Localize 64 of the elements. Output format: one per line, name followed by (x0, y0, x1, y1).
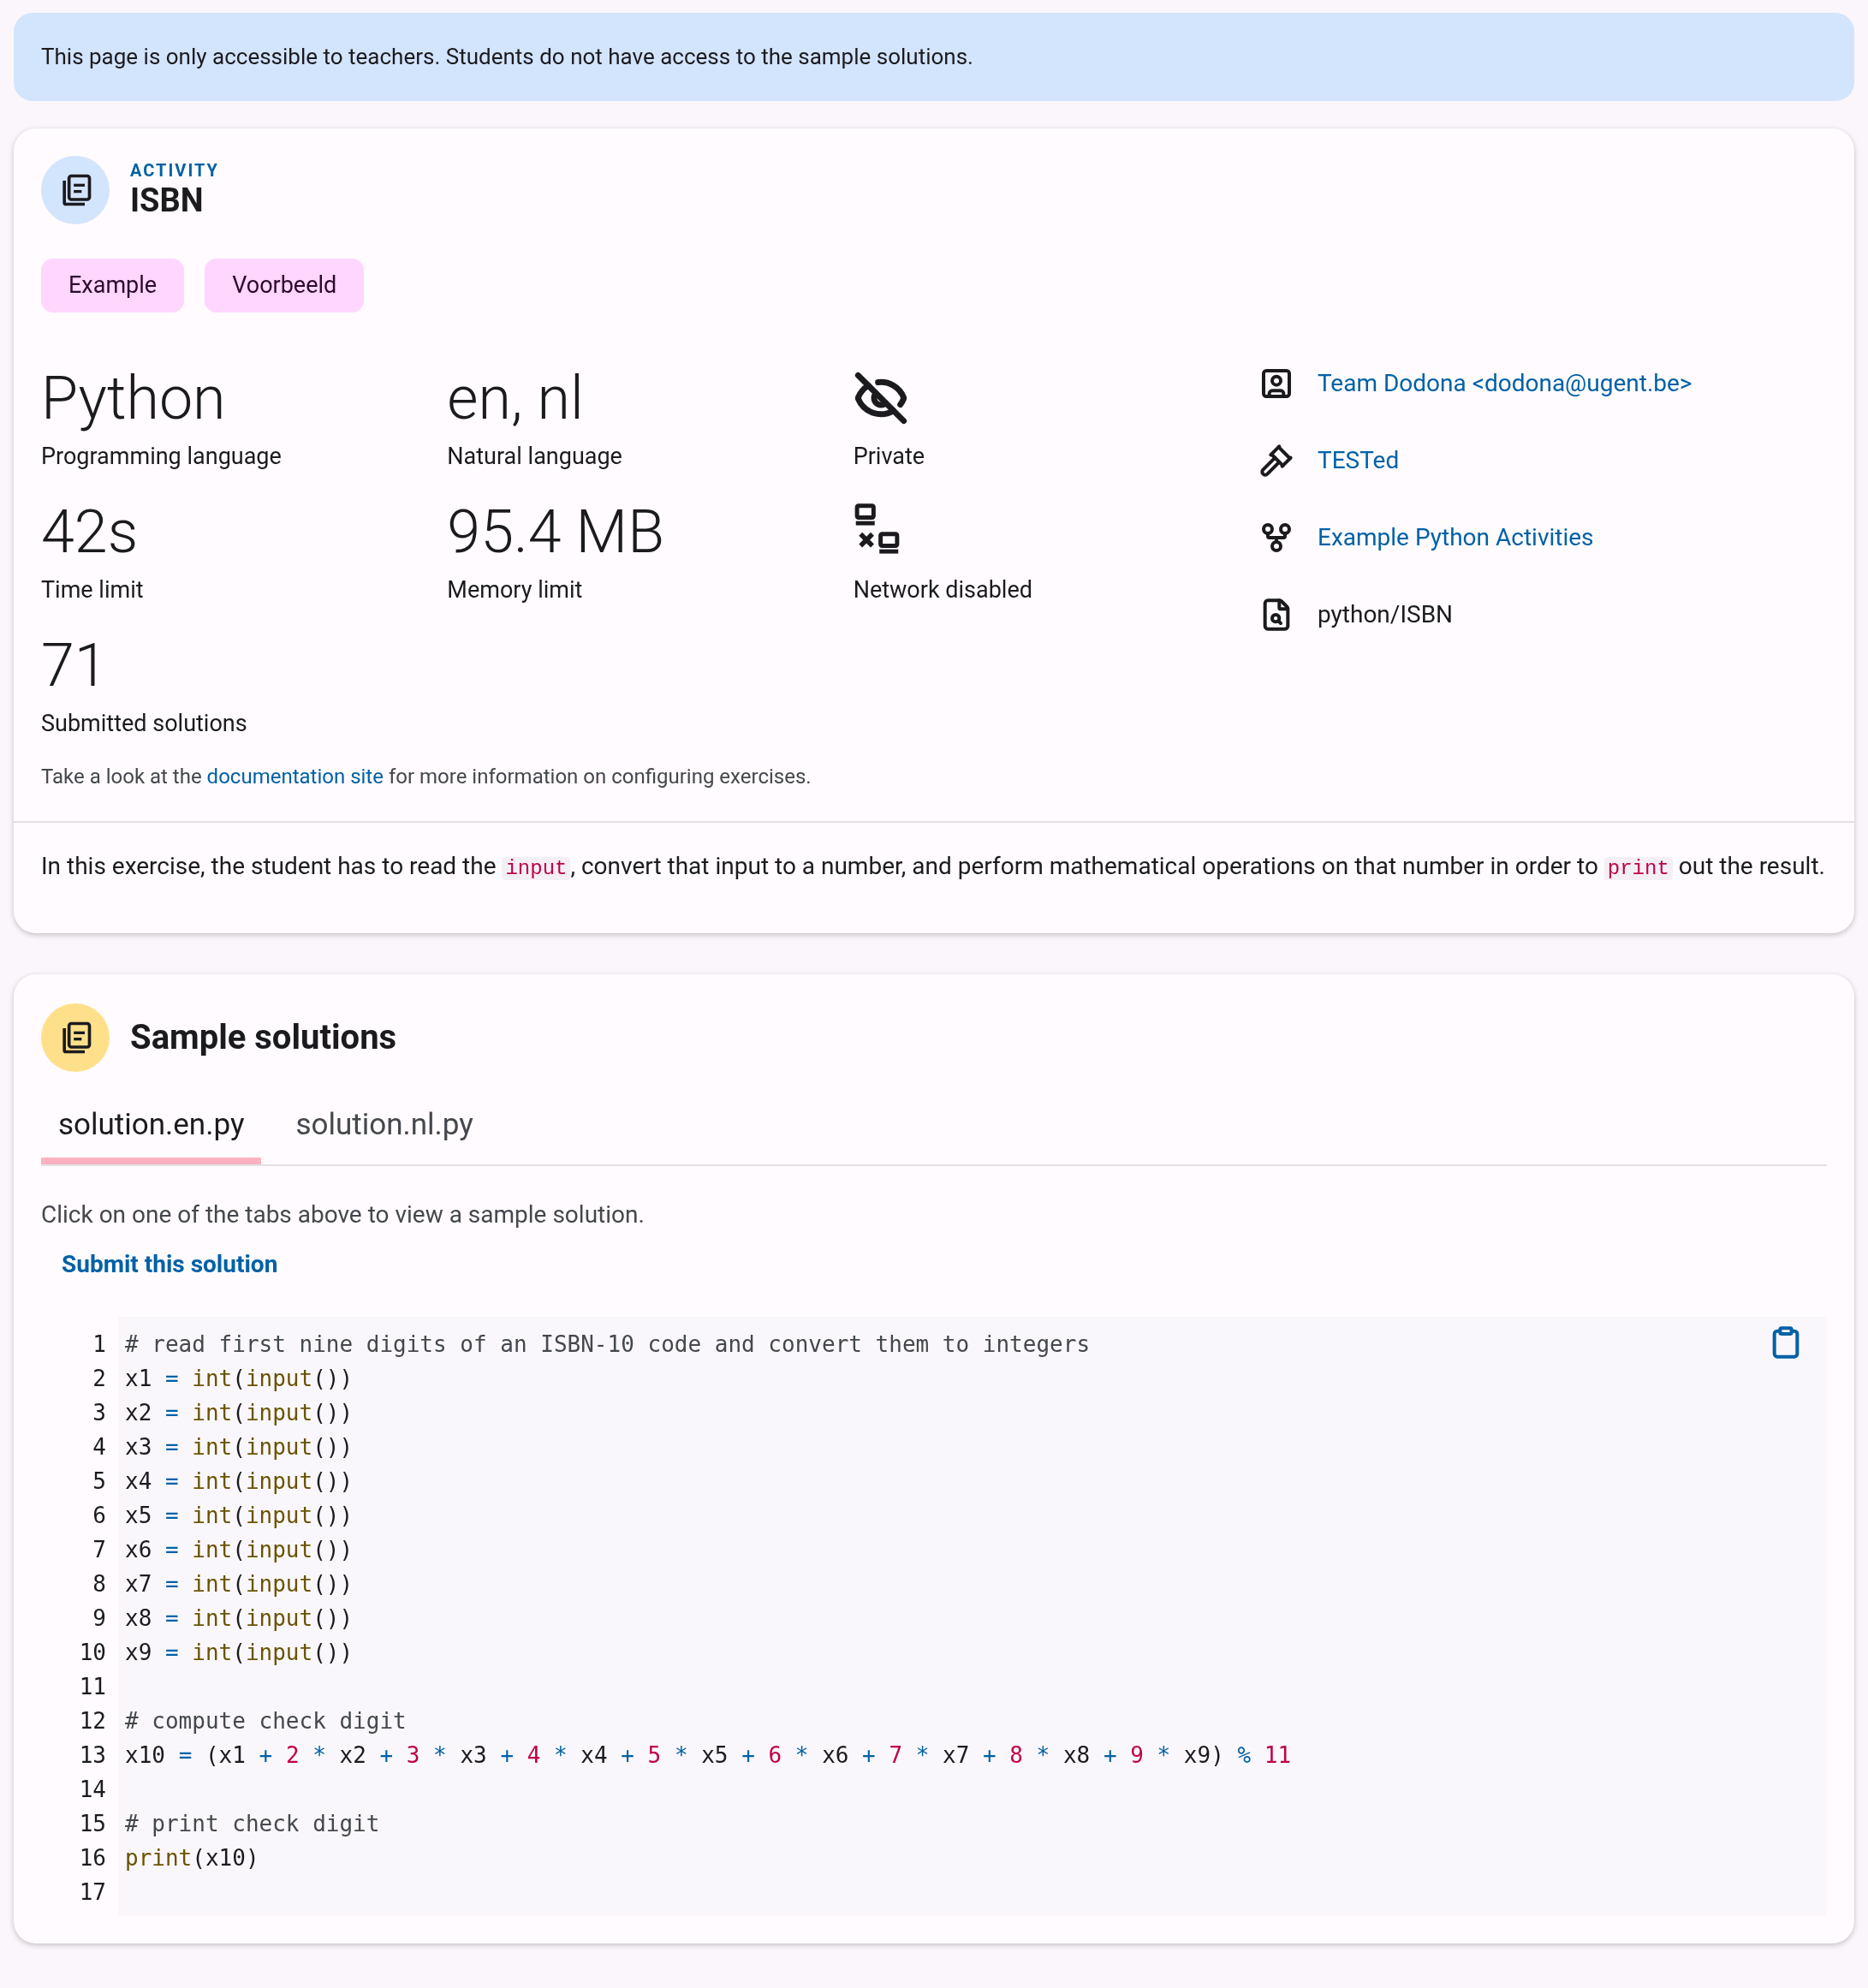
code-line: x4 = int(input()) (125, 1467, 354, 1496)
stat-label: Memory limit (447, 575, 584, 605)
tag: Example (41, 259, 185, 312)
code-line: x1 = int(input()) (125, 1365, 354, 1393)
code-line: # print check digit (125, 1810, 380, 1838)
line-number: 3 (92, 1399, 106, 1427)
line-number: 9 (92, 1604, 106, 1633)
line-number: 1 (92, 1330, 106, 1359)
hint-text: Click on one of the tabs above to view a sample solution. (41, 1199, 645, 1230)
code-line: x5 = int(input()) (125, 1502, 354, 1530)
stat-label: Programming language (41, 442, 283, 472)
person-card-icon (1259, 366, 1294, 401)
documentation-link[interactable]: documentation site (206, 765, 384, 789)
detail-link[interactable]: Team Dodona <dodona@ugent.be> (1318, 366, 1693, 402)
line-number: 17 (79, 1878, 106, 1907)
section-title: Sample solutions (130, 1016, 397, 1059)
code-line: x7 = int(input()) (125, 1570, 354, 1598)
code-line: x10 = (x1 + 2 * x2 + 3 * x3 + 4 * x4 + 5 * x5 + 6 * x6 + 7 * x7 + 8 * x8 + 9 * x9) % 11 (125, 1741, 1292, 1770)
stat-value: 95.4 MB (447, 496, 665, 568)
detail-link[interactable]: TESTed (1318, 443, 1400, 479)
stat-label: Time limit (41, 575, 145, 605)
line-number: 7 (92, 1536, 106, 1564)
code-line: x9 = int(input()) (125, 1639, 354, 1667)
stat-label: Submitted solutions (41, 709, 248, 739)
help-text: Take a look at the documentation site for more information on configuring exercises. (41, 764, 812, 790)
stat-label: Private (853, 442, 926, 472)
detail-text: python/ISBN (1318, 599, 1454, 630)
stat-value: en, nl (447, 362, 584, 435)
activity-kicker: ACTIVITY (130, 160, 219, 181)
code-line: x6 = int(input()) (125, 1536, 354, 1564)
stat-label: Network disabled (853, 575, 1033, 605)
line-number: 16 (79, 1844, 106, 1872)
notice-banner: This page is only accessible to teachers. Students do not have access to the sample solutions. (14, 13, 1854, 101)
code-line: x8 = int(input()) (125, 1604, 354, 1633)
file-tab[interactable]: solution.nl.py (278, 1092, 491, 1164)
line-number: 2 (92, 1365, 106, 1393)
code-line: x2 = int(input()) (125, 1399, 354, 1427)
line-number: 8 (92, 1570, 106, 1598)
line-number: 6 (92, 1502, 106, 1530)
eye-off-icon (853, 371, 908, 426)
stat-label: Natural language (447, 442, 623, 472)
file-tab[interactable]: solution.en.py (41, 1092, 262, 1164)
code-line: print(x10) (125, 1844, 259, 1872)
gavel-icon (1259, 443, 1294, 478)
line-number: 12 (79, 1707, 106, 1735)
line-number: 13 (79, 1741, 106, 1770)
code-line: # compute check digit (125, 1707, 407, 1735)
description-text: In this exercise, the student has to read the input, convert that input to a number, and perform mathematical operations on that number in order to print out the result. (40, 851, 1826, 882)
stat-value: Python (41, 362, 226, 435)
line-number: 5 (92, 1467, 106, 1496)
submit-link[interactable]: Submit this solution (62, 1247, 278, 1283)
line-number: 11 (79, 1673, 106, 1701)
stat-value: 42s (41, 496, 139, 568)
activity-title: ISBN (130, 181, 205, 220)
detail-link[interactable]: Example Python Activities (1318, 520, 1594, 556)
tag: Voorbeeld (205, 259, 365, 312)
line-number: 15 (79, 1810, 106, 1838)
code-line: x3 = int(input()) (125, 1433, 354, 1461)
code-line: # read first nine digits of an ISBN-10 code and convert them to integers (125, 1330, 1091, 1359)
stat-value: 71 (41, 629, 108, 702)
line-number: 10 (79, 1639, 106, 1667)
branch-icon (1259, 521, 1294, 555)
line-number: 14 (79, 1776, 106, 1804)
line-number: 4 (92, 1433, 106, 1461)
